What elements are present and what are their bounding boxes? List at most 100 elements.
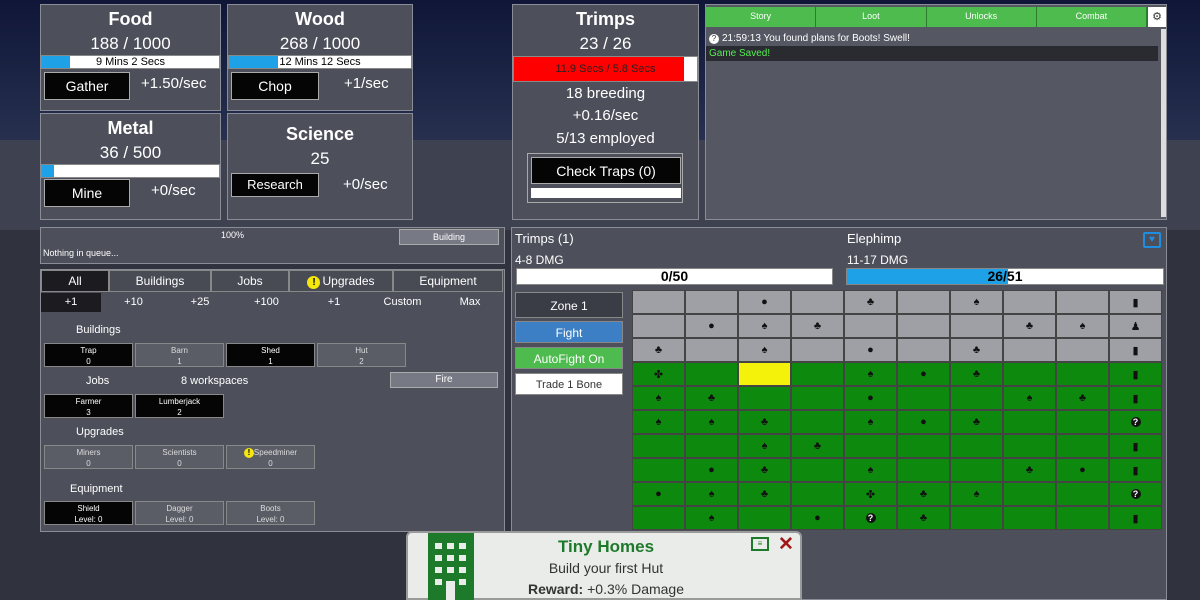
buy-amount-6[interactable]: Max bbox=[436, 293, 504, 312]
map-cell[interactable]: ♣ bbox=[844, 290, 897, 314]
map-cell[interactable] bbox=[897, 314, 950, 338]
gift-icon[interactable]: ♥ bbox=[1143, 232, 1161, 248]
map-cell[interactable] bbox=[791, 410, 844, 434]
map-cell[interactable]: ● bbox=[1056, 458, 1109, 482]
trade-bone-button[interactable]: Trade 1 Bone bbox=[515, 373, 623, 395]
log-tab-unlocks[interactable]: Unlocks bbox=[926, 7, 1037, 27]
log-settings-button[interactable]: ⚙ bbox=[1148, 7, 1166, 27]
map-cell[interactable]: ● bbox=[897, 362, 950, 386]
map-cell[interactable]: ♠ bbox=[1056, 314, 1109, 338]
buy-amount-2[interactable]: +25 bbox=[166, 293, 234, 312]
log-tab-combat[interactable]: Combat bbox=[1036, 7, 1147, 27]
tab-equipment[interactable]: Equipment bbox=[393, 270, 503, 292]
map-cell[interactable]: ● bbox=[791, 506, 844, 530]
tab-all[interactable]: All bbox=[41, 270, 109, 292]
map-cell[interactable] bbox=[632, 434, 685, 458]
map-cell[interactable]: ♣ bbox=[1003, 314, 1056, 338]
tab-jobs[interactable]: Jobs bbox=[211, 270, 289, 292]
map-cell[interactable] bbox=[950, 386, 1003, 410]
log-scrollbar[interactable] bbox=[1161, 29, 1166, 217]
map-cell[interactable] bbox=[1003, 338, 1056, 362]
map-cell[interactable] bbox=[1003, 290, 1056, 314]
map-cell[interactable] bbox=[685, 290, 738, 314]
map-cell[interactable] bbox=[1056, 434, 1109, 458]
mine-button[interactable]: Mine bbox=[44, 179, 130, 207]
map-cell[interactable] bbox=[632, 506, 685, 530]
jobs-card-farmer[interactable]: Farmer 3 bbox=[44, 394, 133, 418]
map-cell[interactable]: ♠ bbox=[738, 314, 791, 338]
map-cell[interactable] bbox=[791, 362, 844, 386]
map-cell[interactable]: ♣ bbox=[897, 482, 950, 506]
map-cell[interactable] bbox=[844, 434, 897, 458]
map-cell[interactable] bbox=[1056, 290, 1109, 314]
buildings-card-hut[interactable]: Hut 2 bbox=[317, 343, 406, 367]
equipment-card-boots[interactable]: Boots Level: 0 bbox=[226, 501, 315, 525]
newspaper-icon[interactable]: ≡ bbox=[751, 537, 769, 551]
map-cell[interactable]: ? bbox=[1109, 410, 1162, 434]
buildings-card-shed[interactable]: Shed 1 bbox=[226, 343, 315, 367]
log-tab-story[interactable]: Story bbox=[706, 7, 817, 27]
fight-button[interactable]: Fight bbox=[515, 321, 623, 343]
map-cell[interactable]: ? bbox=[844, 506, 897, 530]
map-cell[interactable]: ♠ bbox=[738, 434, 791, 458]
map-cell[interactable] bbox=[950, 314, 1003, 338]
map-cell[interactable]: ● bbox=[844, 338, 897, 362]
fire-button[interactable]: Fire bbox=[390, 372, 498, 388]
map-cell[interactable]: ♣ bbox=[685, 386, 738, 410]
map-cell[interactable]: ▮ bbox=[1109, 362, 1162, 386]
upgrades-card-speedminer[interactable]: ! Speedminer 0 bbox=[226, 445, 315, 469]
map-cell[interactable]: ♠ bbox=[685, 410, 738, 434]
map-cell[interactable]: ♣ bbox=[738, 410, 791, 434]
map-cell[interactable] bbox=[1056, 338, 1109, 362]
map-cell[interactable]: ♠ bbox=[844, 458, 897, 482]
map-cell[interactable]: ♣ bbox=[791, 314, 844, 338]
map-cell[interactable]: ♠ bbox=[1003, 386, 1056, 410]
map-cell[interactable] bbox=[791, 386, 844, 410]
map-cell[interactable]: ▮ bbox=[1109, 290, 1162, 314]
map-cell[interactable]: ● bbox=[897, 410, 950, 434]
map-cell[interactable]: ▮ bbox=[1109, 506, 1162, 530]
chop-button[interactable]: Chop bbox=[231, 72, 319, 100]
map-cell[interactable]: ● bbox=[632, 482, 685, 506]
map-cell[interactable]: ♠ bbox=[950, 482, 1003, 506]
map-cell[interactable]: ♠ bbox=[950, 290, 1003, 314]
map-cell[interactable]: ▮ bbox=[1109, 434, 1162, 458]
map-cell[interactable] bbox=[1056, 410, 1109, 434]
map-cell[interactable] bbox=[897, 290, 950, 314]
autofight-button[interactable]: AutoFight On bbox=[515, 347, 623, 369]
map-cell[interactable]: ● bbox=[685, 458, 738, 482]
map-cell[interactable] bbox=[1003, 410, 1056, 434]
map-cell[interactable] bbox=[632, 458, 685, 482]
map-cell[interactable]: ♣ bbox=[950, 338, 1003, 362]
map-cell[interactable]: ● bbox=[685, 314, 738, 338]
map-cell[interactable] bbox=[1056, 362, 1109, 386]
map-cell[interactable]: ✤ bbox=[844, 482, 897, 506]
map-cell[interactable] bbox=[897, 338, 950, 362]
map-cell[interactable] bbox=[1003, 506, 1056, 530]
map-cell[interactable]: ♠ bbox=[632, 386, 685, 410]
map-cell[interactable]: ♣ bbox=[1056, 386, 1109, 410]
map-cell[interactable]: ▮ bbox=[1109, 458, 1162, 482]
map-cell[interactable] bbox=[685, 434, 738, 458]
map-cell[interactable]: ♣ bbox=[791, 434, 844, 458]
buy-amount-1[interactable]: +10 bbox=[101, 293, 166, 312]
map-cell[interactable]: ● bbox=[844, 386, 897, 410]
map-cell[interactable] bbox=[791, 338, 844, 362]
map-cell[interactable] bbox=[738, 386, 791, 410]
buy-amount-3[interactable]: +100 bbox=[234, 293, 299, 312]
upgrades-card-miners[interactable]: Miners 0 bbox=[44, 445, 133, 469]
map-cell[interactable]: ♣ bbox=[632, 338, 685, 362]
jobs-card-lumberjack[interactable]: Lumberjack 2 bbox=[135, 394, 224, 418]
map-cell[interactable]: ♠ bbox=[844, 362, 897, 386]
close-icon[interactable]: ✕ bbox=[778, 533, 796, 555]
map-cell[interactable] bbox=[897, 434, 950, 458]
map-cell[interactable] bbox=[791, 458, 844, 482]
map-cell[interactable] bbox=[844, 314, 897, 338]
upgrades-card-scientists[interactable]: Scientists 0 bbox=[135, 445, 224, 469]
buy-amount-4[interactable]: +1 bbox=[299, 293, 369, 312]
buy-amount-0[interactable]: +1 bbox=[41, 293, 101, 312]
map-cell[interactable]: ♣ bbox=[738, 482, 791, 506]
map-cell[interactable] bbox=[1056, 482, 1109, 506]
map-cell[interactable] bbox=[738, 506, 791, 530]
map-cell[interactable] bbox=[897, 386, 950, 410]
